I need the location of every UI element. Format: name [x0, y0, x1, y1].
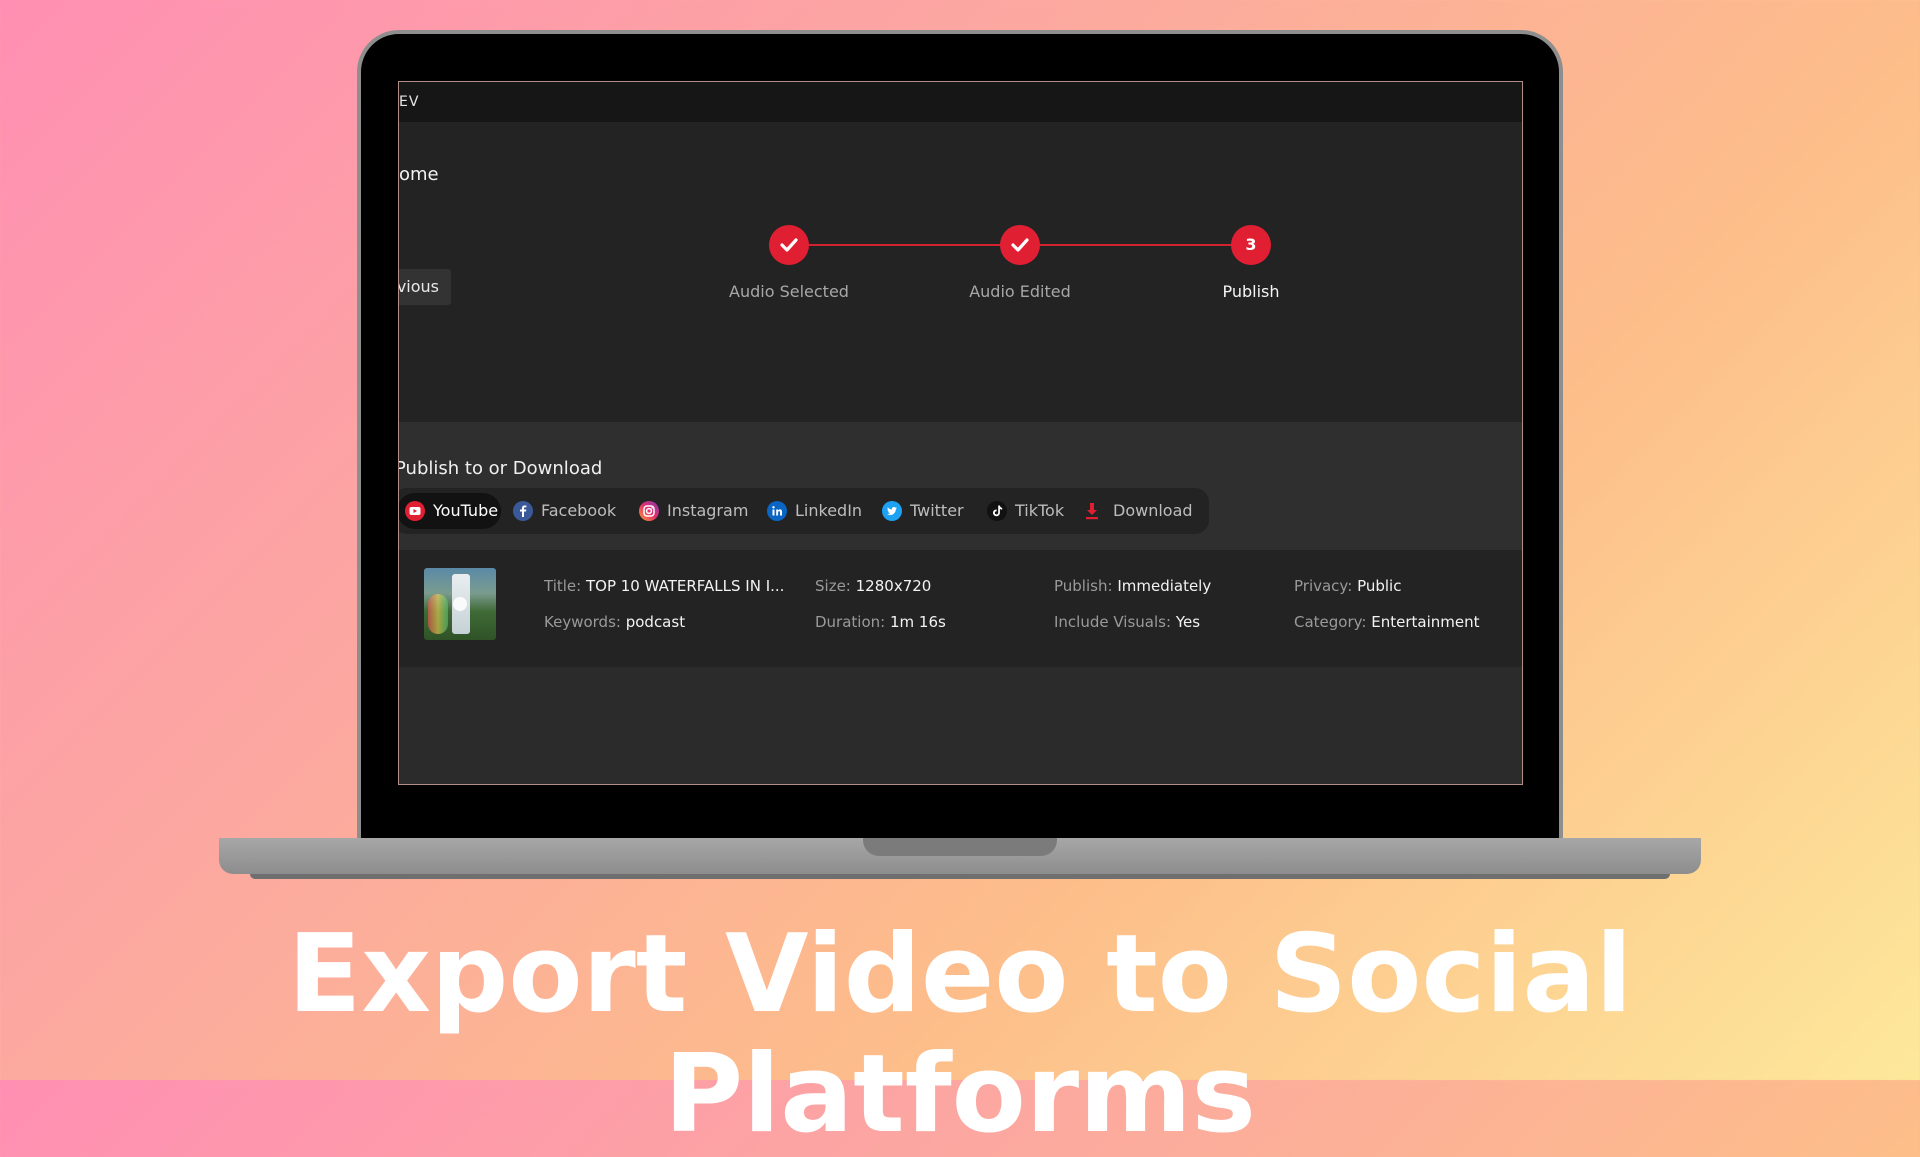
step-connector	[789, 244, 1021, 246]
download-icon	[1086, 503, 1098, 520]
thumbnail-rainbow	[428, 594, 448, 634]
headline: Export Video to Social Platforms	[287, 912, 1633, 1157]
tab-label: LinkedIn	[795, 501, 863, 520]
meta-title: Title: TOP 10 WATERFALLS IN I...	[544, 577, 785, 595]
brand-logo: EV	[399, 94, 420, 110]
platform-tabs: YouTube Facebook Instagram LinkedIn Twit…	[399, 488, 1209, 534]
meta-duration: Duration: 1m 16s	[815, 613, 946, 631]
step-connector	[1021, 244, 1253, 246]
laptop-base-shadow	[250, 874, 1670, 879]
youtube-icon	[405, 501, 425, 521]
meta-category: Category: Entertainment	[1294, 613, 1480, 631]
tab-label: Instagram	[667, 501, 749, 520]
stepper-panel: ome vious 3 Audio Selected Audio Edited …	[399, 122, 1522, 422]
step-label-audio-edited: Audio Edited	[969, 282, 1071, 301]
play-icon	[453, 597, 467, 611]
tab-download[interactable]: Download	[1078, 493, 1198, 529]
meta-include-visuals: Include Visuals: Yes	[1054, 613, 1201, 631]
tab-label: YouTube	[433, 501, 499, 520]
tab-label: Facebook	[541, 501, 617, 520]
tab-youtube[interactable]: YouTube	[399, 493, 501, 529]
linkedin-icon	[767, 501, 787, 521]
meta-keywords: Keywords: podcast	[544, 613, 686, 631]
twitter-icon	[882, 501, 902, 521]
page-title: ome	[399, 164, 439, 185]
tab-facebook[interactable]: Facebook	[511, 493, 617, 529]
publish-panel: Publish to or Download YouTube Facebook …	[399, 422, 1522, 550]
tab-label: Download	[1113, 501, 1193, 520]
video-details: Title: TOP 10 WATERFALLS IN I... Keyword…	[399, 550, 1522, 667]
step-label-audio-selected: Audio Selected	[729, 282, 849, 301]
tab-tiktok[interactable]: TikTok	[985, 493, 1065, 529]
app-screen: EV ome vious 3 Audio Selected Audio Edit…	[398, 81, 1523, 785]
tiktok-icon	[987, 501, 1007, 521]
tab-linkedin[interactable]: LinkedIn	[765, 493, 865, 529]
instagram-icon	[639, 501, 659, 521]
previous-button[interactable]: vious	[399, 269, 451, 305]
step-label-publish: Publish	[1222, 282, 1280, 301]
tab-instagram[interactable]: Instagram	[637, 493, 749, 529]
meta-privacy: Privacy: Public	[1294, 577, 1402, 595]
step-2-check-icon	[1000, 225, 1040, 265]
meta-size: Size: 1280x720	[815, 577, 932, 595]
facebook-icon	[513, 501, 533, 521]
step-1-check-icon	[769, 225, 809, 265]
video-thumbnail[interactable]	[424, 568, 496, 640]
tab-label: TikTok	[1015, 501, 1065, 520]
top-bar: EV	[399, 82, 1522, 122]
tab-label: Twitter	[910, 501, 964, 520]
meta-publish: Publish: Immediately	[1054, 577, 1212, 595]
publish-heading: Publish to or Download	[398, 458, 603, 479]
tab-twitter[interactable]: Twitter	[880, 493, 970, 529]
laptop-notch	[863, 838, 1057, 856]
step-3-number: 3	[1231, 225, 1271, 265]
